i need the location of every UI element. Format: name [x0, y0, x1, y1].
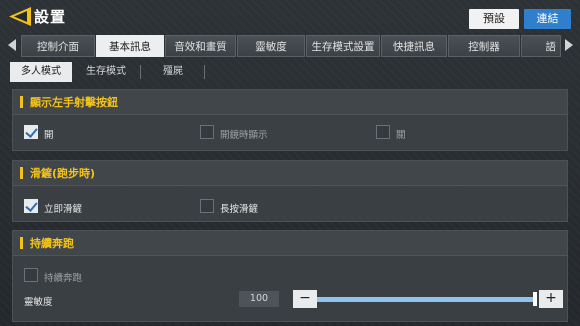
slider-handle[interactable]: [533, 292, 537, 306]
tab-scroll-left-icon[interactable]: [8, 39, 16, 51]
tab-audio-graphics[interactable]: 音效和畫質: [165, 35, 236, 57]
slider-fill: [317, 297, 537, 302]
checkbox-instant-slide[interactable]: [24, 199, 38, 213]
section-title: 滑鏟(跑步時): [30, 167, 96, 180]
option-label: 立即滑鏟: [44, 204, 83, 215]
sensitivity-label: 靈敏度: [24, 297, 53, 308]
option-label: 長按滑鏟: [220, 204, 259, 215]
subtab-zombies[interactable]: 殭屍: [142, 62, 204, 82]
section-marker: [20, 237, 23, 249]
section-marker: [20, 96, 23, 108]
section-sprint: 持續奔跑 持續奔跑 靈敏度 100 − +: [12, 230, 568, 322]
checkbox-show-when-ads[interactable]: [200, 125, 214, 139]
option-label: 持續奔跑: [44, 273, 83, 284]
tab-scroll-right-icon[interactable]: [565, 39, 573, 51]
link-button[interactable]: 連結: [524, 9, 571, 29]
tab-sensitivity[interactable]: 靈敏度: [237, 35, 305, 57]
subtab-survival[interactable]: 生存模式: [74, 62, 138, 82]
checkbox-hold-slide[interactable]: [200, 199, 214, 213]
section-title: 持續奔跑: [30, 237, 74, 250]
check-icon: [25, 199, 38, 212]
sensitivity-slider[interactable]: [317, 297, 537, 302]
option-label: 開: [44, 130, 54, 141]
subtab-divider: [140, 65, 141, 79]
checkbox-on[interactable]: [24, 125, 38, 139]
option-label: 開鏡時顯示: [220, 130, 268, 141]
tab-controls-ui[interactable]: 控制介面: [21, 35, 95, 57]
increase-button[interactable]: +: [539, 290, 563, 308]
section-header: 持續奔跑: [13, 231, 567, 256]
tab-bar: 控制介面 基本訊息 音效和畫質 靈敏度 生存模式設置 快捷訊息 控制器 語: [0, 34, 580, 58]
tab-controller[interactable]: 控制器: [448, 35, 520, 57]
section-marker: [20, 167, 23, 179]
header: 設置 預設 連結: [0, 0, 580, 34]
check-icon: [25, 125, 38, 138]
checkbox-off[interactable]: [376, 125, 390, 139]
checkbox-continuous-sprint[interactable]: [24, 268, 38, 282]
section-title: 顯示左手射擊按鈕: [30, 96, 118, 109]
preset-button[interactable]: 預設: [469, 9, 519, 29]
tab-quick-messages[interactable]: 快捷訊息: [381, 35, 447, 57]
subtab-multiplayer[interactable]: 多人模式: [10, 62, 72, 82]
page-title: 設置: [34, 8, 67, 26]
option-label: 關: [396, 130, 406, 141]
tab-basic-info[interactable]: 基本訊息: [96, 35, 164, 57]
section-slide: 滑鏟(跑步時) 立即滑鏟 長按滑鏟: [12, 160, 568, 222]
decrease-button[interactable]: −: [293, 290, 317, 308]
back-arrow-icon[interactable]: [9, 7, 31, 26]
section-header: 滑鏟(跑步時): [13, 161, 567, 186]
section-header: 顯示左手射擊按鈕: [13, 90, 567, 115]
subtab-divider: [204, 65, 205, 79]
sensitivity-value: 100: [239, 291, 279, 307]
tab-survival-settings[interactable]: 生存模式設置: [306, 35, 380, 57]
tab-language[interactable]: 語: [521, 35, 561, 57]
section-left-fire-button: 顯示左手射擊按鈕 開 開鏡時顯示 關: [12, 89, 568, 151]
